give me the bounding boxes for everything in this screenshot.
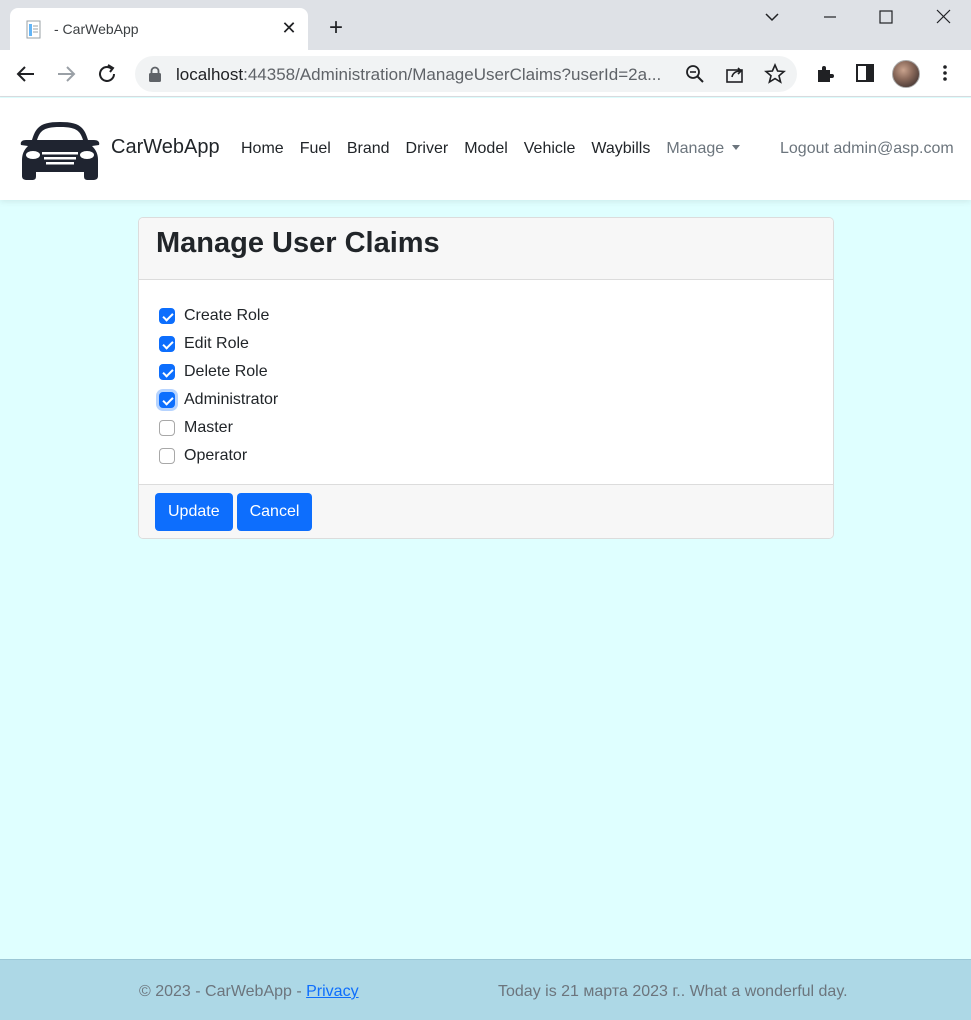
nav-link-brand[interactable]: Brand [347,140,390,158]
update-button[interactable]: Update [155,493,233,531]
claims-list: Create Role Edit Role Delete Role Admini… [139,280,833,484]
nav-link-model[interactable]: Model [464,140,508,158]
new-tab-icon[interactable]: + [323,16,349,42]
more-menu-icon[interactable] [934,62,956,84]
nav-link-waybills[interactable]: Waybills [591,140,650,158]
tab-search-icon[interactable] [757,5,787,29]
minimize-icon[interactable] [815,5,845,29]
bookmark-star-icon[interactable] [764,63,786,85]
extensions-icon[interactable] [814,62,836,84]
card-header: Manage User Claims [139,218,833,280]
close-window-icon[interactable] [928,5,958,29]
forward-icon[interactable] [53,61,79,87]
site-navbar: CarWebApp Home Fuel Brand Driver Model V… [0,98,971,200]
claim-row-master: Master [159,414,813,442]
page-title: Manage User Claims [156,227,440,259]
claim-checkbox-delete-role[interactable] [159,364,175,380]
share-icon[interactable] [724,63,746,85]
profile-avatar[interactable] [892,60,920,88]
lock-icon[interactable] [148,66,162,82]
car-logo-icon[interactable] [18,118,102,182]
nav-link-fuel[interactable]: Fuel [300,140,331,158]
caret-down-icon [732,145,741,150]
side-panel-icon[interactable] [854,62,876,84]
tab-title: - CarWebApp [54,21,139,37]
footer-date-text: Today is 21 марта 2023 г.. What a wonder… [498,983,848,1000]
nav-link-vehicle[interactable]: Vehicle [524,140,576,158]
privacy-link[interactable]: Privacy [306,983,358,1000]
copyright-text: © 2023 - CarWebApp - [139,983,307,1000]
zoom-icon[interactable] [684,63,706,85]
browser-tab[interactable]: - CarWebApp ✕ [10,8,308,50]
claim-row-delete-role: Delete Role [159,358,813,386]
claim-checkbox-create-role[interactable] [159,308,175,324]
back-icon[interactable] [13,61,39,87]
page-footer: © 2023 - CarWebApp - Privacy Today is 21… [0,959,971,1020]
address-bar[interactable]: localhost:44358/Administration/ManageUse… [135,56,797,92]
url-text[interactable]: localhost:44358/Administration/ManageUse… [176,65,661,85]
cancel-button[interactable]: Cancel [236,493,313,531]
manage-claims-card: Manage User Claims Create Role Edit Role… [138,217,834,539]
claim-label-operator[interactable]: Operator [184,447,247,465]
claim-row-edit-role: Edit Role [159,330,813,358]
browser-tab-strip: - CarWebApp ✕ + [0,0,971,50]
claim-label-edit-role[interactable]: Edit Role [184,335,249,353]
close-tab-icon[interactable]: ✕ [278,17,300,39]
reload-icon[interactable] [94,61,120,87]
claim-row-administrator: Administrator [159,386,813,414]
claim-row-operator: Operator [159,442,813,470]
claim-label-delete-role[interactable]: Delete Role [184,363,268,381]
claim-row-create-role: Create Role [159,302,813,330]
page-icon [26,20,41,39]
browser-toolbar: localhost:44358/Administration/ManageUse… [0,50,971,97]
nav-link-home[interactable]: Home [241,140,284,158]
nav-links: Home Fuel Brand Driver Model Vehicle Way… [241,140,756,158]
footer-copyright: © 2023 - CarWebApp - Privacy [139,983,359,1001]
claim-label-create-role[interactable]: Create Role [184,307,269,325]
claim-checkbox-operator[interactable] [159,448,175,464]
nav-link-driver[interactable]: Driver [406,140,449,158]
claim-checkbox-edit-role[interactable] [159,336,175,352]
claim-checkbox-administrator[interactable] [159,392,175,408]
claim-checkbox-master[interactable] [159,420,175,436]
brand-name[interactable]: CarWebApp [111,136,220,159]
maximize-icon[interactable] [871,5,901,29]
claim-label-master[interactable]: Master [184,419,233,437]
card-footer: Update Cancel [139,484,833,538]
manage-dropdown[interactable]: Manage [666,140,741,158]
logout-link[interactable]: Logout admin@asp.com [780,140,954,158]
manage-dropdown-label: Manage [666,140,725,157]
claim-label-administrator[interactable]: Administrator [184,391,278,409]
